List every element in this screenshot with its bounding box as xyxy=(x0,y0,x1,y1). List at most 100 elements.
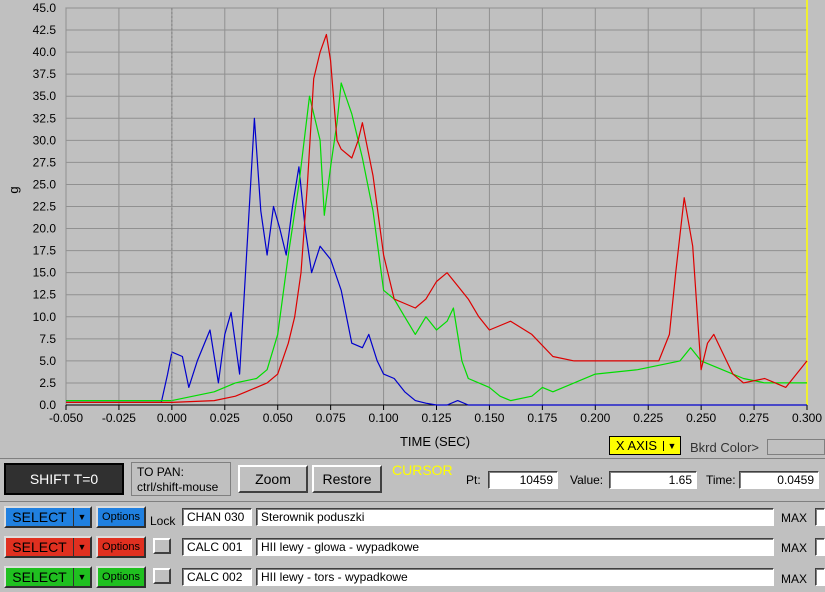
channel-1-select-label: SELECT xyxy=(12,509,67,525)
zoom-label: Zoom xyxy=(255,471,291,487)
x-axis-label: TIME (SEC) xyxy=(400,434,470,449)
pt-value: 10459 xyxy=(519,473,553,487)
x-tick-label: 0.200 xyxy=(580,411,610,425)
grid xyxy=(65,0,808,410)
value-value: 1.65 xyxy=(668,473,692,487)
time-label: Time: xyxy=(706,473,736,487)
pan-hint-line2: ctrl/shift-mouse xyxy=(137,480,219,494)
channel-3-max-label: MAX xyxy=(781,572,808,586)
channel-2-max-label: MAX xyxy=(781,541,808,555)
x-axis-label-text: X AXIS xyxy=(615,438,658,453)
y-tick-label: 35.0 xyxy=(33,89,57,103)
chevron-down-icon: ▼ xyxy=(73,508,90,526)
restore-button[interactable]: Restore xyxy=(312,465,382,493)
pan-hint-line1: TO PAN: xyxy=(137,465,184,479)
channel-1-options-label: Options xyxy=(102,511,140,523)
channel-3-select-label: SELECT xyxy=(12,569,67,585)
x-tick-label: 0.250 xyxy=(686,411,716,425)
value-field[interactable]: 1.65 xyxy=(609,471,697,489)
channel-2-select-button[interactable]: SELECT ▼ xyxy=(4,536,92,558)
restore-label: Restore xyxy=(322,471,372,487)
lock-label: Lock xyxy=(150,514,176,528)
y-tick-label: 15.0 xyxy=(33,266,57,280)
channel-2-max-field[interactable] xyxy=(815,538,825,556)
pan-hint: TO PAN: ctrl/shift-mouse xyxy=(131,462,231,496)
shift-t0-button[interactable]: SHIFT T=0 xyxy=(4,463,124,495)
y-tick-label: 5.0 xyxy=(39,354,56,368)
y-tick-label: 40.0 xyxy=(33,45,57,59)
pt-field[interactable]: 10459 xyxy=(488,471,558,489)
y-tick-label: 20.0 xyxy=(33,222,57,236)
y-tick-label: 30.0 xyxy=(33,133,57,147)
pt-label: Pt: xyxy=(466,473,481,487)
channel-2-name-field[interactable]: HII lewy - glowa - wypadkowe xyxy=(256,538,774,556)
x-tick-label: 0.075 xyxy=(316,411,346,425)
channel-2-select-label: SELECT xyxy=(12,539,67,555)
chart[interactable]: 0.0 2.5 5.0 7.5 10.0 12.5 15.0 17.5 20.0 22.5 25.0… xyxy=(0,0,825,458)
channel-1-code: CHAN 030 xyxy=(187,510,245,524)
y-tick-label: 17.5 xyxy=(33,244,57,258)
channel-3-max-field[interactable] xyxy=(815,568,825,586)
x-tick-label: -0.025 xyxy=(102,411,136,425)
y-tick-label: 27.5 xyxy=(33,155,57,169)
channel-1-name-field[interactable]: Sterownik poduszki xyxy=(256,508,774,526)
y-tick-label: 10.0 xyxy=(33,310,57,324)
x-tick-labels: -0.050 -0.025 0.000 0.025 0.050 0.075 0.100 0.1… xyxy=(49,411,822,425)
x-tick-label: 0.125 xyxy=(421,411,451,425)
time-value: 0.0459 xyxy=(777,473,814,487)
channel-3-code: CALC 002 xyxy=(187,570,243,584)
channel-3-select-button[interactable]: SELECT ▼ xyxy=(4,566,92,588)
channel-2-name: HII lewy - glowa - wypadkowe xyxy=(261,540,420,554)
channel-2-options-label: Options xyxy=(102,541,140,553)
x-tick-label: 0.175 xyxy=(527,411,557,425)
x-tick-label: 0.275 xyxy=(739,411,769,425)
channel-3-options-label: Options xyxy=(102,571,140,583)
y-axis-label: g xyxy=(6,186,21,193)
channel-3-code-field[interactable]: CALC 002 xyxy=(182,568,252,586)
channel-1-options-button[interactable]: Options xyxy=(96,506,146,528)
channel-2-code: CALC 001 xyxy=(187,540,243,554)
y-tick-label: 2.5 xyxy=(39,376,56,390)
channel-3-name-field[interactable]: HII lewy - tors - wypadkowe xyxy=(256,568,774,586)
channel-1-name: Sterownik poduszki xyxy=(261,510,365,524)
value-label: Value: xyxy=(570,473,604,487)
cursor-label: CURSOR xyxy=(392,462,453,478)
channel-2-code-field[interactable]: CALC 001 xyxy=(182,538,252,556)
x-tick-label: 0.300 xyxy=(792,411,822,425)
x-tick-label: 0.050 xyxy=(263,411,293,425)
channel-3-lock-checkbox[interactable] xyxy=(153,568,171,584)
x-tick-label: 0.100 xyxy=(369,411,399,425)
channel-2-options-button[interactable]: Options xyxy=(96,536,146,558)
bkrd-color-label: Bkrd Color> xyxy=(690,440,759,455)
chevron-down-icon: ▼ xyxy=(73,538,90,556)
channel-3-name: HII lewy - tors - wypadkowe xyxy=(261,570,408,584)
chevron-down-icon: ▼ xyxy=(73,568,90,586)
shift-t0-label: SHIFT T=0 xyxy=(29,471,99,487)
y-tick-label: 42.5 xyxy=(33,23,57,37)
x-tick-label: -0.050 xyxy=(49,411,83,425)
x-axis-button[interactable]: X AXIS ▼ xyxy=(609,436,681,455)
time-field[interactable]: 0.0459 xyxy=(739,471,819,489)
channel-1-max-label: MAX xyxy=(781,511,808,525)
channel-2-lock-checkbox[interactable] xyxy=(153,538,171,554)
y-tick-label: 25.0 xyxy=(33,177,57,191)
x-tick-label: 0.150 xyxy=(474,411,504,425)
x-tick-label: 0.225 xyxy=(633,411,663,425)
bkrd-color-swatch[interactable] xyxy=(767,439,825,455)
channel-1-max-field[interactable] xyxy=(815,508,825,526)
y-tick-label: 37.5 xyxy=(33,67,57,81)
y-tick-label: 7.5 xyxy=(39,332,56,346)
y-tick-label: 45.0 xyxy=(33,1,57,15)
y-tick-label: 12.5 xyxy=(33,288,57,302)
channel-3-options-button[interactable]: Options xyxy=(96,566,146,588)
plot-area[interactable]: 0.0 2.5 5.0 7.5 10.0 12.5 15.0 17.5 20.0 22.5 25.0… xyxy=(0,0,825,458)
zoom-button[interactable]: Zoom xyxy=(238,465,308,493)
chevron-down-icon: ▼ xyxy=(663,440,680,451)
channel-1-select-button[interactable]: SELECT ▼ xyxy=(4,506,92,528)
x-tick-label: 0.025 xyxy=(210,411,240,425)
channel-1-code-field[interactable]: CHAN 030 xyxy=(182,508,252,526)
y-tick-label: 0.0 xyxy=(39,398,56,412)
y-tick-label: 22.5 xyxy=(33,200,57,214)
y-tick-labels: 0.0 2.5 5.0 7.5 10.0 12.5 15.0 17.5 20.0 22.5 25.0… xyxy=(33,1,57,412)
y-tick-label: 32.5 xyxy=(33,111,57,125)
